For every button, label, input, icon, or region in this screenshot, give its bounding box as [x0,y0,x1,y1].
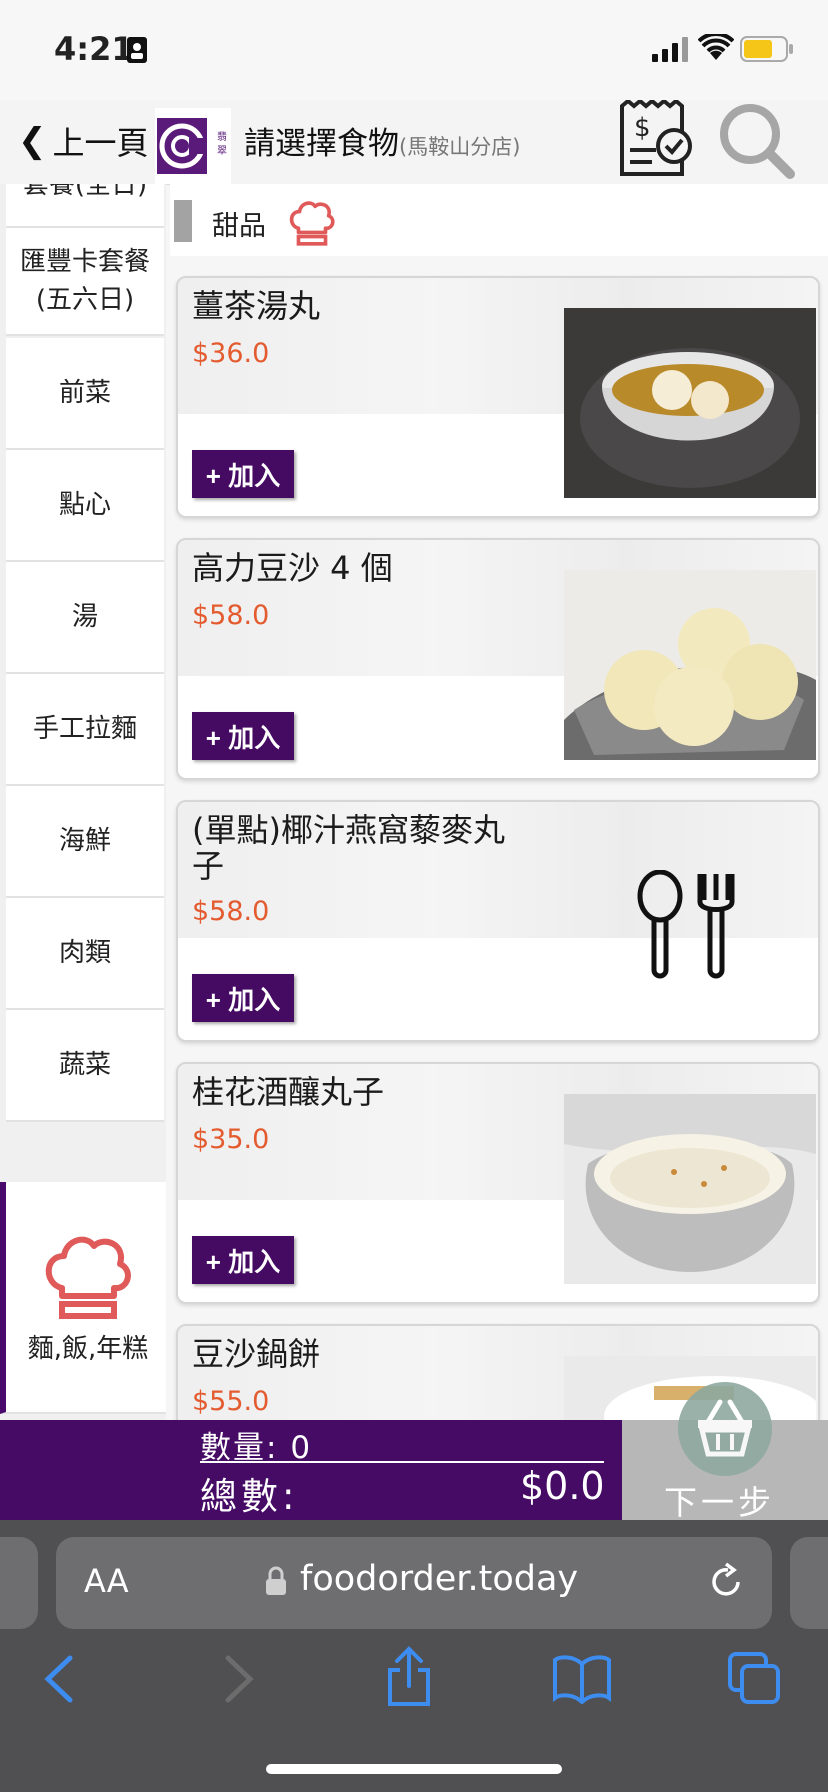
share-icon[interactable] [384,1646,434,1708]
add-button[interactable]: + 加入 [192,712,294,760]
sidebar-item-dimsum[interactable]: 點心 [6,450,164,562]
total-label: 總數: [200,1475,299,1518]
category-marker [174,200,192,242]
svg-text:$: $ [634,113,651,143]
category-header [170,184,828,256]
basket-button[interactable] [678,1382,772,1476]
back-label: 上一頁 [52,124,149,162]
next-step-label: 下一步 [664,1483,775,1522]
item-price: $35.0 [192,1124,270,1155]
sidebar-item-label: 海鮮 [58,826,111,856]
reader-options-button[interactable]: AA [84,1562,129,1600]
svg-text:翡: 翡 [217,130,227,143]
home-indicator [266,1764,562,1774]
sidebar-item-seafood[interactable]: 海鮮 [6,786,164,898]
item-name: 高力豆沙 4 個 [192,549,393,587]
menu-item-card: 桂花酒釀丸子 $35.0 + 加入 [176,1062,820,1304]
item-name: 桂花酒釀丸子 [192,1073,385,1111]
reload-icon[interactable] [706,1562,746,1602]
sidebar-item-label: 手工拉麵 [32,714,137,744]
sidebar-item-label: 肉類 [58,938,111,968]
item-price: $58.0 [192,896,270,927]
menu-item-card: 薑茶湯丸 $36.0 + 加入 [176,276,820,518]
url-text: foodorder.today [300,1559,579,1599]
menu-item-card: 高力豆沙 4 個 $58.0 + 加入 [176,538,820,780]
sidebar-item-set-meal[interactable]: 套餐(全日) [6,184,164,228]
previous-tab-preview[interactable] [0,1537,38,1629]
branch-text: (馬鞍山分店) [399,135,521,159]
battery-icon [740,36,793,62]
sidebar-item-label: 湯 [71,602,98,632]
app-header: ❮ 上一頁 翡 翠 請選擇食物(馬鞍山分店) $ [0,100,828,185]
chevron-left-icon: ❮ [18,121,47,161]
svg-text:翠: 翠 [217,145,227,157]
category-label: 甜品 [212,211,266,242]
sidebar-item-label: 前菜 [58,378,111,408]
item-name: 豆沙鍋餅 [192,1335,321,1373]
add-button[interactable]: + 加入 [192,450,294,498]
sidebar-item-label: 點心 [58,490,111,520]
item-price: $58.0 [192,600,270,631]
bookmarks-icon[interactable] [552,1654,612,1704]
item-price: $36.0 [192,338,270,369]
lock-icon [266,1566,286,1595]
total-value: $0.0 [520,1464,605,1508]
divider [200,1461,604,1463]
red-bean-puffs-photo [564,570,816,760]
sidebar-item-meat[interactable]: 肉類 [6,898,164,1010]
status-time: 4:21 [54,30,134,68]
osmanthus-rice-wine-photo [564,1094,816,1284]
category-sidebar: 套餐(全日) 匯豐卡套餐(五六日) 前菜 點心 湯 手工拉麵 海鮮 肉類 蔬菜 … [0,184,166,1420]
sidebar-item-vegetables[interactable]: 蔬菜 [6,1010,164,1122]
tabs-icon[interactable] [726,1650,782,1706]
utensils-icon [637,870,735,979]
sidebar-item-hsbc-set[interactable]: 匯豐卡套餐(五六日) [6,228,164,336]
forward-arrow-icon[interactable] [218,1654,258,1704]
sidebar-item-label: 蔬菜 [58,1050,111,1080]
ginger-tea-tangyuan-photo [564,308,816,498]
chef-hat-icon [45,1236,131,1319]
back-arrow-icon[interactable] [40,1654,80,1704]
sidebar-item-noodle-rice[interactable]: 麵,飯,年糕 [0,1182,166,1414]
item-name: 薑茶湯丸 [192,287,321,325]
item-price: $55.0 [192,1386,270,1417]
page-title: 請選擇食物(馬鞍山分店) [244,118,520,163]
add-button[interactable]: + 加入 [192,1236,294,1284]
sidebar-item-label: 匯豐卡套餐(五六日) [20,247,151,315]
menu-item-card: (單點)椰汁燕窩藜麥丸子 $58.0 + 加入 [176,800,820,1042]
sidebar-item-appetizer[interactable]: 前菜 [6,338,164,450]
basket-icon [698,1399,752,1457]
receipt-icon[interactable]: $ [616,100,696,180]
item-name: (單點)椰汁燕窩藜麥丸子 [192,811,505,885]
sidebar-item-label: 麵,飯,年糕 [27,1334,149,1364]
wifi-icon [698,34,734,60]
sidebar-item-label: 套餐(全日) [22,184,148,200]
sim-icon [127,37,147,63]
status-bar: 4:21 [0,0,828,100]
signal-icon [652,37,688,62]
add-button[interactable]: + 加入 [192,974,294,1022]
back-button[interactable]: ❮ 上一頁 [18,118,149,164]
sidebar-item-soup[interactable]: 湯 [6,562,164,674]
sidebar-item-noodles[interactable]: 手工拉麵 [6,674,164,786]
chef-hat-icon [289,201,335,246]
search-icon[interactable] [716,100,796,180]
next-tab-preview[interactable] [790,1537,828,1629]
title-text: 請選擇食物 [244,126,399,162]
restaurant-logo: 翡 翠 [155,108,231,184]
